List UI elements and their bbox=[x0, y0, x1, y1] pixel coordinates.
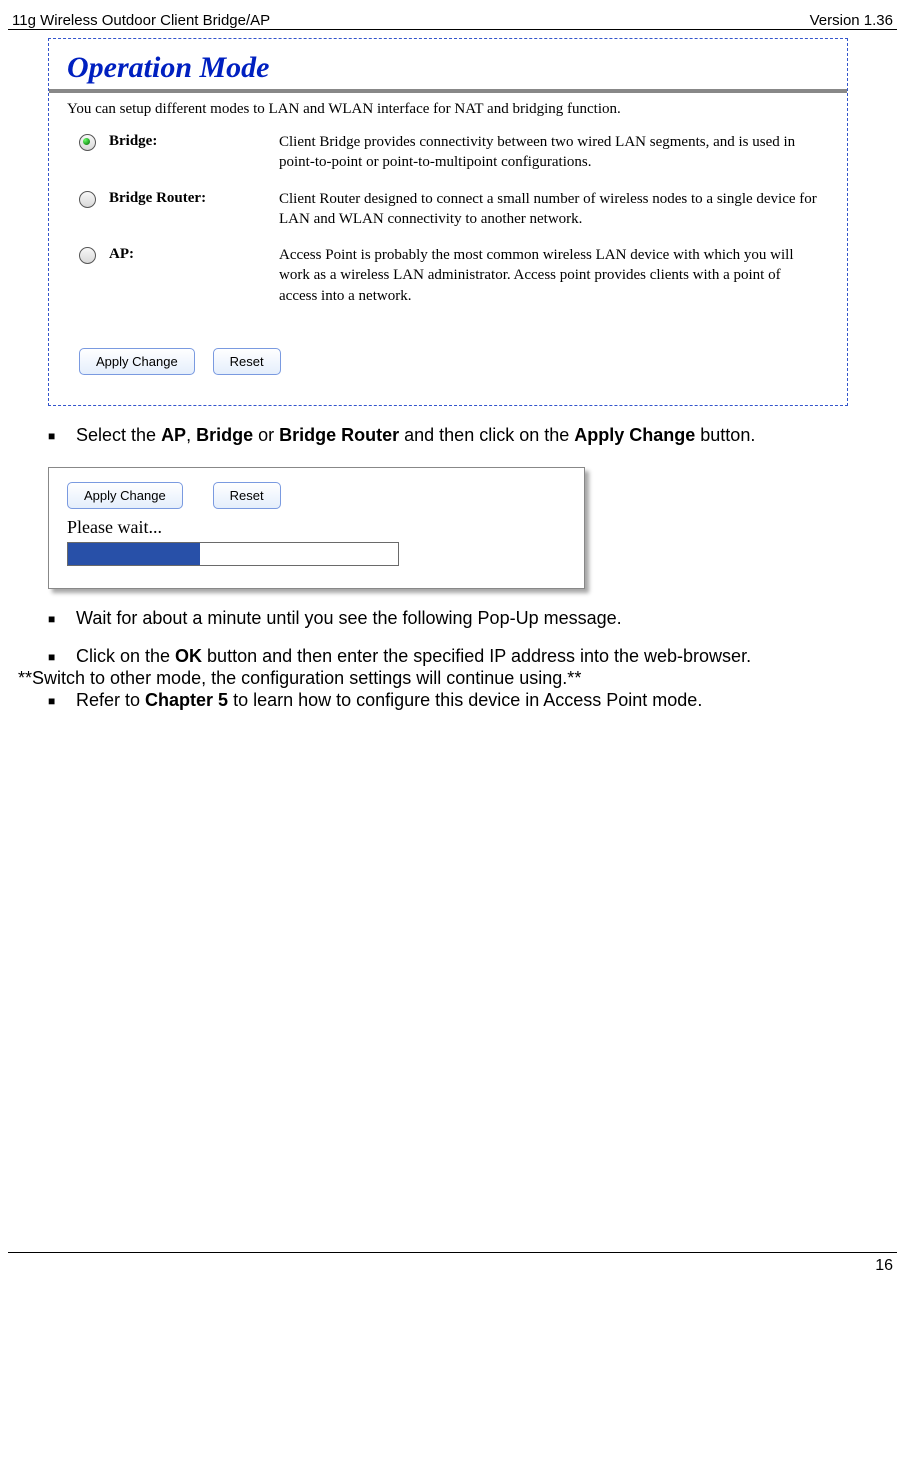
apply-change-button[interactable]: Apply Change bbox=[79, 348, 195, 375]
txt: button and then enter the specified IP a… bbox=[202, 646, 751, 666]
instruction-select: ■ Select the AP, Bridge or Bridge Router… bbox=[48, 424, 897, 447]
popup-buttons: Apply Change Reset bbox=[67, 482, 566, 509]
instruction-wait: ■ Wait for about a minute until you see … bbox=[48, 607, 897, 630]
instruction-list-3: ■ Refer to Chapter 5 to learn how to con… bbox=[8, 689, 897, 712]
page-number: 16 bbox=[8, 1253, 897, 1275]
txt: or bbox=[253, 425, 279, 445]
mode-desc-bridge: Client Bridge provides connectivity betw… bbox=[279, 132, 817, 173]
operation-mode-description: You can setup different modes to LAN and… bbox=[49, 93, 847, 128]
mode-label-ap: AP: bbox=[109, 245, 279, 263]
instruction-list-2: ■ Wait for about a minute until you see … bbox=[8, 607, 897, 668]
page-header: 11g Wireless Outdoor Client Bridge/AP Ve… bbox=[8, 12, 897, 30]
operation-mode-title: Operation Mode bbox=[49, 39, 847, 89]
bold-apply-change: Apply Change bbox=[574, 425, 695, 445]
txt: , bbox=[186, 425, 196, 445]
txt: to learn how to configure this device in… bbox=[228, 690, 702, 710]
bold-ap: AP bbox=[161, 425, 186, 445]
popup-reset-button[interactable]: Reset bbox=[213, 482, 281, 509]
txt: and then click on the bbox=[399, 425, 574, 445]
bold-ok: OK bbox=[175, 646, 202, 666]
progress-fill bbox=[68, 543, 200, 565]
instruction-ok-text: Click on the OK button and then enter th… bbox=[76, 645, 897, 668]
mode-row-ap: AP: Access Point is probably the most co… bbox=[49, 241, 847, 318]
switch-note: **Switch to other mode, the configuratio… bbox=[8, 668, 897, 689]
mode-label-bridge: Bridge: bbox=[109, 132, 279, 150]
radio-bridge[interactable] bbox=[79, 134, 96, 151]
txt: Refer to bbox=[76, 690, 145, 710]
progress-bar bbox=[67, 542, 399, 566]
mode-label-bridge-router: Bridge Router: bbox=[109, 189, 279, 207]
popup-apply-change-button[interactable]: Apply Change bbox=[67, 482, 183, 509]
reset-button[interactable]: Reset bbox=[213, 348, 281, 375]
bold-bridge: Bridge bbox=[196, 425, 253, 445]
panel-buttons: Apply Change Reset bbox=[49, 318, 847, 405]
bullet-icon: ■ bbox=[48, 607, 76, 628]
header-left: 11g Wireless Outdoor Client Bridge/AP bbox=[12, 12, 270, 29]
mode-row-bridge: Bridge: Client Bridge provides connectiv… bbox=[49, 128, 847, 185]
mode-row-bridge-router: Bridge Router: Client Router designed to… bbox=[49, 185, 847, 242]
spacer bbox=[48, 631, 897, 645]
mode-desc-bridge-router: Client Router designed to connect a smal… bbox=[279, 189, 817, 230]
radio-ap[interactable] bbox=[79, 247, 96, 264]
instruction-select-text: Select the AP, Bridge or Bridge Router a… bbox=[76, 424, 897, 447]
bullet-icon: ■ bbox=[48, 424, 76, 445]
document-page: 11g Wireless Outdoor Client Bridge/AP Ve… bbox=[0, 0, 905, 1283]
radio-selected-icon bbox=[83, 138, 90, 145]
instruction-refer: ■ Refer to Chapter 5 to learn how to con… bbox=[48, 689, 897, 712]
instruction-ok: ■ Click on the OK button and then enter … bbox=[48, 645, 897, 668]
bold-bridge-router: Bridge Router bbox=[279, 425, 399, 445]
bullet-icon: ■ bbox=[48, 689, 76, 710]
bold-chapter5: Chapter 5 bbox=[145, 690, 228, 710]
instruction-list: ■ Select the AP, Bridge or Bridge Router… bbox=[8, 424, 897, 447]
txt: Select the bbox=[76, 425, 161, 445]
radio-bridge-router[interactable] bbox=[79, 191, 96, 208]
txt: Click on the bbox=[76, 646, 175, 666]
mode-desc-ap: Access Point is probably the most common… bbox=[279, 245, 817, 306]
page-footer: 16 bbox=[8, 1252, 897, 1275]
operation-mode-panel: Operation Mode You can setup different m… bbox=[48, 38, 848, 406]
popup-wait-text: Please wait... bbox=[67, 515, 566, 542]
header-right: Version 1.36 bbox=[810, 12, 893, 29]
popup-panel: Apply Change Reset Please wait... bbox=[48, 467, 585, 589]
bullet-icon: ■ bbox=[48, 645, 76, 666]
instruction-refer-text: Refer to Chapter 5 to learn how to confi… bbox=[76, 689, 897, 712]
instruction-wait-text: Wait for about a minute until you see th… bbox=[76, 607, 897, 630]
txt: button. bbox=[695, 425, 755, 445]
